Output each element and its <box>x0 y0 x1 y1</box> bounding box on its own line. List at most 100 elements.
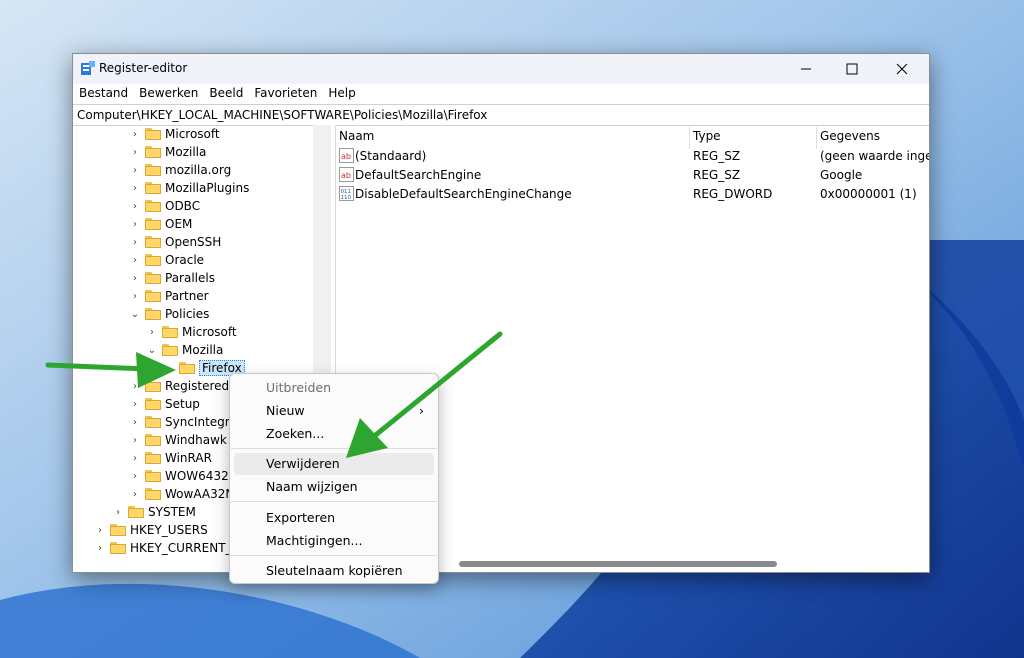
tree-item-label: Microsoft <box>165 127 220 141</box>
tree-item[interactable]: › Microsoft <box>129 125 220 143</box>
tree-item[interactable]: › OEM <box>129 215 192 233</box>
column-divider[interactable] <box>689 127 690 149</box>
folder-icon <box>128 506 144 518</box>
value-row[interactable]: ab DefaultSearchEngine REG_SZ Google <box>335 166 929 185</box>
tree-item-label: Oracle <box>165 253 205 267</box>
tree-item-mozilla[interactable]: ⌄ Mozilla <box>146 341 224 359</box>
tree-item[interactable]: › WinRAR <box>129 449 212 467</box>
svg-text:ab: ab <box>341 152 351 161</box>
chevron-down-icon[interactable]: ⌄ <box>129 305 141 323</box>
chevron-right-icon[interactable]: › <box>94 521 106 539</box>
tree-item[interactable]: › MozillaPlugins <box>129 179 249 197</box>
chevron-right-icon[interactable]: › <box>129 413 141 431</box>
maximize-button[interactable] <box>829 54 875 84</box>
folder-icon <box>110 524 126 536</box>
tree-item[interactable]: › WowAA32N <box>129 485 234 503</box>
menu-help[interactable]: Help <box>326 84 362 104</box>
chevron-right-icon[interactable]: › <box>129 215 141 233</box>
value-type: REG_SZ <box>693 168 741 182</box>
tree-item[interactable]: › RegisteredA <box>129 377 237 395</box>
folder-icon <box>145 146 161 158</box>
menu-separator <box>231 555 437 556</box>
menu-favorieten[interactable]: Favorieten <box>252 84 324 104</box>
chevron-right-icon[interactable]: › <box>129 179 141 197</box>
tree-item[interactable]: › Microsoft <box>146 323 237 341</box>
folder-icon <box>145 452 161 464</box>
registry-editor-window: Register-editor Bestand Bewerken Beeld F… <box>72 53 930 573</box>
chevron-right-icon[interactable]: › <box>129 467 141 485</box>
folder-icon <box>145 398 161 410</box>
menu-item-zoeken[interactable]: Zoeken... <box>234 423 434 445</box>
menu-item-machtigingen[interactable]: Machtigingen... <box>234 530 434 552</box>
chevron-right-icon[interactable]: › <box>129 125 141 143</box>
chevron-right-icon[interactable]: › <box>129 449 141 467</box>
menu-item-exporteren[interactable]: Exporteren <box>234 507 434 529</box>
chevron-right-icon[interactable]: › <box>129 161 141 179</box>
tree-item[interactable]: › ODBC <box>129 197 200 215</box>
column-header-type[interactable]: Type <box>693 129 721 143</box>
chevron-right-icon[interactable]: › <box>94 539 106 557</box>
tree-item-label: WowAA32N <box>165 487 235 501</box>
tree-item-policies[interactable]: ⌄ Policies <box>129 305 210 323</box>
folder-icon <box>162 344 178 356</box>
tree-item[interactable]: › Oracle <box>129 251 204 269</box>
value-row[interactable]: ab (Standaard) REG_SZ (geen waarde inges <box>335 147 929 166</box>
tree-item-hkey-users[interactable]: › HKEY_USERS <box>94 521 208 539</box>
svg-text:ab: ab <box>341 171 351 180</box>
chevron-right-icon[interactable]: › <box>129 287 141 305</box>
menu-bewerken[interactable]: Bewerken <box>137 84 205 104</box>
menu-separator <box>231 501 437 502</box>
tree-item-label: Windhawk <box>165 433 227 447</box>
tree-item[interactable]: › OpenSSH <box>129 233 221 251</box>
chevron-down-icon[interactable]: ⌄ <box>146 341 158 359</box>
tree-item-hkey-current-config[interactable]: › HKEY_CURRENT_C <box>94 539 240 557</box>
tree-item[interactable]: › Mozilla <box>129 143 206 161</box>
tree-item-label: WOW6432N <box>165 469 238 483</box>
folder-icon <box>145 290 161 302</box>
chevron-right-icon[interactable]: › <box>112 503 124 521</box>
minimize-button[interactable] <box>783 54 829 84</box>
folder-icon <box>145 200 161 212</box>
value-name: (Standaard) <box>355 149 427 163</box>
tree-item-system[interactable]: › SYSTEM <box>112 503 196 521</box>
menu-beeld[interactable]: Beeld <box>207 84 250 104</box>
chevron-right-icon[interactable]: › <box>129 233 141 251</box>
maximize-icon <box>846 63 858 75</box>
value-row[interactable]: 011 110 DisableDefaultSearchEngineChange … <box>335 185 929 204</box>
tree-item[interactable]: › Partner <box>129 287 209 305</box>
tree-item[interactable]: › Setup <box>129 395 200 413</box>
chevron-right-icon[interactable]: › <box>146 323 158 341</box>
chevron-right-icon: › <box>419 403 424 418</box>
column-divider[interactable] <box>816 127 817 149</box>
chevron-right-icon[interactable]: › <box>129 395 141 413</box>
menu-item-naam-wijzigen[interactable]: Naam wijzigen <box>234 476 434 498</box>
chevron-right-icon[interactable]: › <box>129 251 141 269</box>
menu-item-nieuw[interactable]: Nieuw › <box>234 400 434 422</box>
tree-item[interactable]: › Parallels <box>129 269 215 287</box>
menu-item-sleutelnaam-kopieren[interactable]: Sleutelnaam kopiëren <box>234 560 434 582</box>
chevron-right-icon[interactable]: › <box>129 269 141 287</box>
menu-item-verwijderen[interactable]: Verwijderen <box>234 453 434 475</box>
menu-bestand[interactable]: Bestand <box>77 84 135 104</box>
main-area: › Microsoft › Mozilla › mozilla.org › Mozill… <box>73 125 929 572</box>
context-menu: Uitbreiden Nieuw › Zoeken... Verwijderen… <box>229 373 439 584</box>
folder-icon <box>110 542 126 554</box>
tree-item[interactable]: › WOW6432N <box>129 467 238 485</box>
chevron-right-icon[interactable]: › <box>129 143 141 161</box>
column-header-data[interactable]: Gegevens <box>820 129 880 143</box>
chevron-right-icon[interactable]: › <box>129 377 141 395</box>
chevron-right-icon[interactable]: › <box>129 485 141 503</box>
tree-item[interactable]: › mozilla.org <box>129 161 231 179</box>
chevron-right-icon[interactable]: › <box>129 431 141 449</box>
address-bar[interactable]: Computer\HKEY_LOCAL_MACHINE\SOFTWARE\Pol… <box>73 104 929 126</box>
tree-item[interactable]: › SyncIntegra <box>129 413 237 431</box>
tree-item[interactable]: › Windhawk <box>129 431 227 449</box>
scrollbar-thumb[interactable] <box>459 561 777 567</box>
close-button[interactable] <box>879 54 925 84</box>
list-header: Naam Type Gegevens <box>335 127 929 149</box>
column-header-name[interactable]: Naam <box>339 129 374 143</box>
tree-item-label: Mozilla <box>182 343 224 357</box>
chevron-right-icon[interactable]: › <box>129 197 141 215</box>
tree-item-label: SYSTEM <box>148 505 196 519</box>
